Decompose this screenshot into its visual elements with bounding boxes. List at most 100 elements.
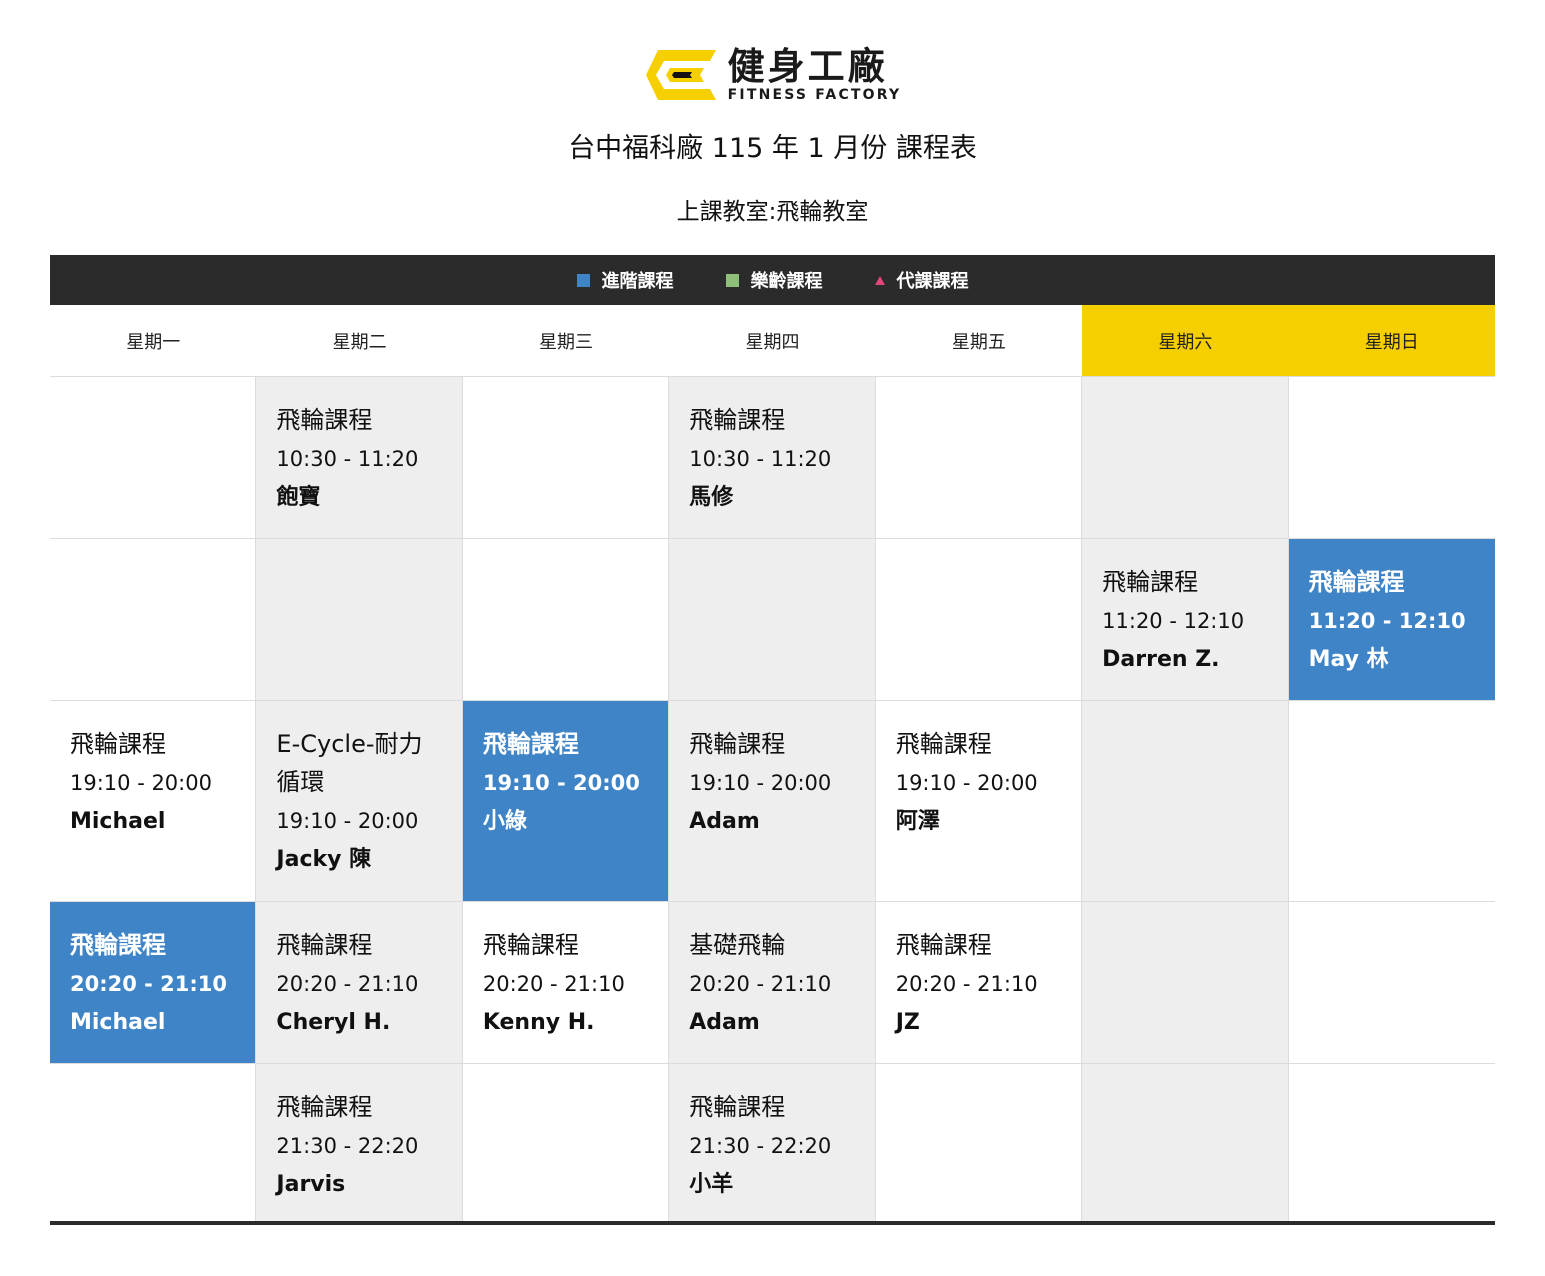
logo[interactable]: 健身工廠 FITNESS FACTORY: [644, 44, 902, 106]
class-time: 21:30 - 22:20: [689, 1134, 832, 1158]
brand-name-en: FITNESS FACTORY: [727, 87, 902, 103]
day-header-sun: 星期日: [1288, 305, 1495, 376]
class-time: 10:30 - 11:20: [276, 447, 419, 471]
pink-triangle-icon: [874, 275, 885, 285]
day-header-sat: 星期六: [1082, 305, 1289, 376]
empty-cell: [50, 377, 257, 538]
fitness-factory-logo-icon: [645, 50, 716, 100]
class-coach: JZ: [895, 1010, 920, 1035]
empty-cell: [50, 1064, 257, 1225]
class-name: 飛輪課程: [1308, 568, 1405, 596]
schedule-row: 飛輪課程 21:30 - 22:20 Jarvis 飛輪課程 21:30 - 22:20…: [50, 1063, 1495, 1225]
weekday-header: 星期一 星期二 星期三 星期四 星期五 星期六 星期日: [50, 305, 1495, 376]
class-coach: 阿澤: [895, 809, 940, 834]
class-cell[interactable]: 飛輪課程 20:20 - 21:10 Cheryl H.: [256, 902, 463, 1063]
schedule-rows: 飛輪課程 10:30 - 11:20 飽寶 飛輪課程 10:30 - 11:20 馬修 飛輪…: [50, 376, 1495, 1225]
green-square-icon: [725, 273, 739, 287]
class-name: 飛輪課程: [276, 931, 373, 959]
page-title: 台中福科廠 115 年 1 月份 課程表: [568, 133, 977, 164]
bottom-divider: [50, 1221, 1495, 1225]
class-time: 21:30 - 22:20: [276, 1134, 419, 1158]
class-coach: 馬修: [689, 485, 734, 510]
empty-cell: [1082, 1064, 1289, 1225]
class-coach: Kenny H.: [482, 1010, 595, 1035]
class-cell[interactable]: 飛輪課程 20:20 - 21:10 JZ: [876, 902, 1083, 1063]
class-coach: Adam: [689, 809, 760, 834]
class-coach: Michael: [70, 809, 166, 834]
empty-cell: [669, 539, 876, 700]
day-header-mon: 星期一: [50, 305, 257, 376]
class-name: 飛輪課程: [895, 730, 992, 758]
class-name: 飛輪課程: [482, 931, 579, 959]
class-cell[interactable]: 飛輪課程 10:30 - 11:20 飽寶: [256, 377, 463, 538]
class-cell[interactable]: 飛輪課程 20:20 - 21:10 Kenny H.: [463, 902, 670, 1063]
schedule-row: 飛輪課程 11:20 - 12:10 Darren Z. 飛輪課程 11:20 - 12…: [50, 538, 1495, 700]
legend-bar: 進階課程 樂齡課程 代課課程: [50, 255, 1495, 305]
class-cell[interactable]: 飛輪課程 21:30 - 22:20 小羊: [669, 1064, 876, 1225]
class-time: 20:20 - 21:10: [70, 972, 228, 996]
schedule-page: 健身工廠 FITNESS FACTORY 台中福科廠 115 年 1 月份 課程…: [0, 0, 1545, 1276]
class-coach: Darren Z.: [1102, 647, 1220, 672]
class-cell[interactable]: 飛輪課程 21:30 - 22:20 Jarvis: [256, 1064, 463, 1225]
class-coach: 小綠: [482, 809, 527, 834]
class-time: 20:20 - 21:10: [895, 972, 1038, 996]
class-coach: Jacky 陳: [276, 847, 372, 872]
class-coach: 飽寶: [276, 485, 321, 510]
class-name: 飛輪課程: [689, 1093, 786, 1121]
empty-cell: [1082, 377, 1289, 538]
empty-cell: [1082, 902, 1289, 1063]
class-cell[interactable]: 飛輪課程 11:20 - 12:10 Darren Z.: [1082, 539, 1289, 700]
class-name: 飛輪課程: [276, 1093, 373, 1121]
class-time: 19:10 - 20:00: [482, 771, 640, 795]
class-name: 飛輪課程: [689, 730, 786, 758]
class-time: 19:10 - 20:00: [276, 809, 419, 833]
empty-cell: [876, 539, 1083, 700]
class-coach: Jarvis: [276, 1172, 346, 1197]
empty-cell: [256, 539, 463, 700]
legend-item-advanced: 進階課程: [576, 267, 674, 293]
class-cell[interactable]: 基礎飛輪 20:20 - 21:10 Adam: [669, 902, 876, 1063]
schedule-row: 飛輪課程 10:30 - 11:20 飽寶 飛輪課程 10:30 - 11:20 馬修: [50, 376, 1495, 538]
class-name: 基礎飛輪: [689, 931, 786, 959]
empty-cell: [1082, 701, 1289, 901]
class-cell[interactable]: 飛輪課程 11:20 - 12:10 May 林: [1288, 539, 1495, 700]
empty-cell: [1289, 701, 1495, 901]
class-coach: Cheryl H.: [276, 1010, 391, 1035]
day-header-fri: 星期五: [875, 305, 1083, 376]
class-time: 20:20 - 21:10: [482, 972, 625, 996]
empty-cell: [463, 1064, 670, 1225]
empty-cell: [1289, 1064, 1495, 1225]
class-time: 20:20 - 21:10: [689, 972, 832, 996]
empty-cell: [463, 377, 670, 538]
class-coach: Michael: [70, 1010, 166, 1035]
class-cell[interactable]: 飛輪課程 19:10 - 20:00 阿澤: [876, 701, 1083, 901]
class-cell[interactable]: E-Cycle-耐力循環 19:10 - 20:00 Jacky 陳: [256, 701, 463, 901]
class-time: 19:10 - 20:00: [895, 771, 1038, 795]
class-coach: 小羊: [689, 1172, 734, 1197]
class-time: 19:10 - 20:00: [70, 771, 212, 795]
empty-cell: [876, 1064, 1083, 1225]
legend-item-substitute: 代課課程: [874, 267, 969, 293]
room-label: 上課教室:飛輪教室: [676, 199, 869, 225]
class-cell[interactable]: 飛輪課程 10:30 - 11:20 馬修: [669, 377, 876, 538]
empty-cell: [463, 539, 670, 700]
legend-label: 進階課程: [601, 271, 674, 292]
schedule-row: 飛輪課程 20:20 - 21:10 Michael 飛輪課程 20:20 - 21:1…: [50, 901, 1495, 1063]
class-coach: Adam: [689, 1010, 760, 1035]
class-cell[interactable]: 飛輪課程 19:10 - 20:00 Michael: [50, 701, 257, 901]
empty-cell: [1289, 902, 1495, 1063]
blue-square-icon: [576, 273, 590, 287]
class-name: 飛輪課程: [70, 931, 166, 959]
day-header-thu: 星期四: [669, 305, 876, 376]
empty-cell: [876, 377, 1083, 538]
day-header-tue: 星期二: [256, 305, 463, 376]
legend-label: 樂齡課程: [750, 271, 823, 292]
class-name: 飛輪課程: [689, 406, 786, 434]
class-name: 飛輪課程: [1102, 568, 1199, 596]
class-cell[interactable]: 飛輪課程 20:20 - 21:10 Michael: [50, 902, 257, 1063]
legend-item-senior: 樂齡課程: [725, 267, 823, 293]
class-cell[interactable]: 飛輪課程 19:10 - 20:00 小綠: [462, 701, 670, 901]
class-name: 飛輪課程: [276, 406, 373, 434]
class-cell[interactable]: 飛輪課程 19:10 - 20:00 Adam: [669, 701, 876, 901]
empty-cell: [1289, 377, 1495, 538]
